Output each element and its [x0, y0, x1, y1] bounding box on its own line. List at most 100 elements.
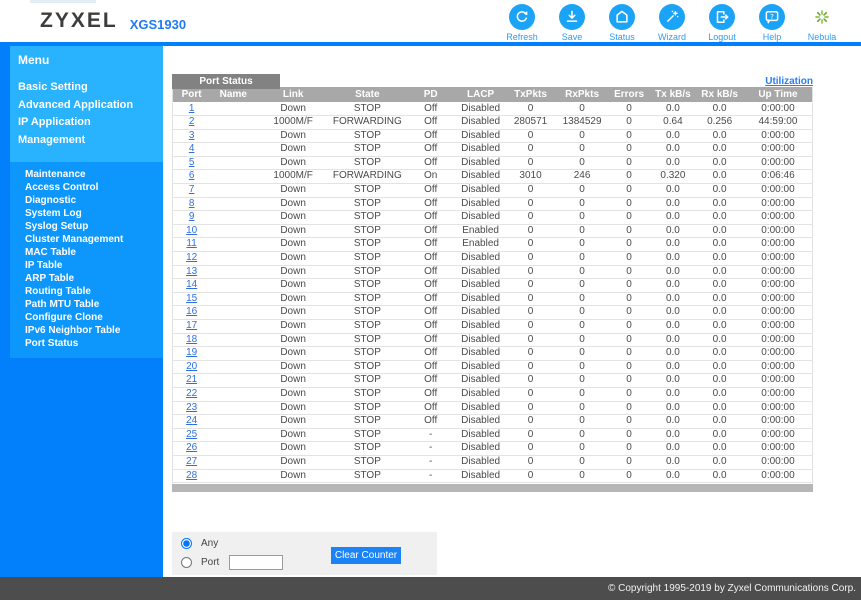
any-radio[interactable] [181, 538, 192, 550]
port-link[interactable]: 14 [186, 279, 197, 290]
save-icon [559, 3, 585, 30]
port-radio[interactable] [181, 557, 192, 569]
sidebar-subitem-mac-table[interactable]: MAC Table [25, 246, 163, 259]
refresh-button[interactable]: Refresh [497, 1, 547, 42]
table-row: 11 Down STOP Off Enabled 0 0 0 0.0 0.0 0:00:00 [172, 237, 813, 253]
sidebar-subitem-port-status[interactable]: Port Status [25, 337, 163, 350]
column-header-txpkts: TxPkts [504, 87, 557, 103]
table-row: 12 Down STOP Off Disabled 0 0 0 0.0 0.0 0:00:00 [172, 251, 813, 266]
port-link[interactable]: 7 [189, 184, 195, 195]
wizard-icon [659, 3, 685, 30]
column-header-lacp: LACP [456, 87, 505, 103]
column-header-port: Port [172, 87, 211, 103]
nebula-icon [809, 4, 835, 30]
sidebar-subitem-system-log[interactable]: System Log [25, 207, 163, 220]
column-header-state: State [329, 87, 405, 103]
table-row: 2 1000M/F FORWARDING Off Disabled 280571 13845… [172, 115, 813, 130]
sidebar-subitem-ip-table[interactable]: IP Table [25, 259, 163, 272]
table-row: 26 Down STOP - Disabled 0 0 0 0.0 0.0 0:00:00 [172, 441, 813, 456]
logout-button[interactable]: Logout [697, 1, 747, 42]
port-link[interactable]: 13 [186, 266, 197, 277]
port-link[interactable]: 5 [189, 157, 195, 168]
table-row: 9 Down STOP Off Disabled 0 0 0 0.0 0.0 0:00:00 [172, 210, 813, 225]
sidebar-subitem-configure-clone[interactable]: Configure Clone [25, 311, 163, 324]
table-row: 14 Down STOP Off Disabled 0 0 0 0.0 0.0 0:00:00 [172, 278, 813, 293]
menu-panel: Menu Basic Setting Advanced Application IP… [10, 46, 163, 162]
port-link[interactable]: 25 [186, 429, 197, 440]
sidebar-subitem-diagnostic[interactable]: Diagnostic [25, 194, 163, 207]
sidebar-subitem-maintenance[interactable]: Maintenance [25, 168, 163, 181]
port-link[interactable]: 28 [186, 470, 197, 481]
port-link[interactable]: 23 [186, 402, 197, 413]
table-row: 16 Down STOP Off Disabled 0 0 0 0.0 0.0 0:00:00 [172, 305, 813, 320]
model-name: XGS1930 [129, 16, 187, 32]
port-link[interactable]: 17 [186, 320, 197, 331]
port-link[interactable]: 26 [186, 442, 197, 453]
help-button[interactable]: ? Help [747, 1, 797, 42]
nebula-button[interactable]: Nebula [797, 1, 847, 42]
footer: © Copyright 1995-2019 by Zyxel Communica… [0, 577, 861, 600]
sidebar-item-advanced-application[interactable]: Advanced Application [18, 97, 163, 115]
port-link[interactable]: 1 [189, 103, 195, 114]
sub-nav: Maintenance Access Control Diagnostic Syste… [10, 162, 163, 358]
port-link[interactable]: 15 [186, 293, 197, 304]
port-link[interactable]: 6 [189, 170, 195, 181]
any-radio-row: Any [181, 538, 225, 550]
column-header-rxpkts: RxPkts [556, 87, 608, 103]
port-link[interactable]: 18 [186, 334, 197, 345]
sidebar-subitem-path-mtu-table[interactable]: Path MTU Table [25, 298, 163, 311]
port-link[interactable]: 4 [189, 143, 195, 154]
port-link[interactable]: 3 [189, 130, 195, 141]
port-link[interactable]: 24 [186, 415, 197, 426]
wizard-button[interactable]: Wizard [647, 1, 697, 42]
clear-counter-button[interactable]: Clear Counter [331, 547, 401, 565]
table-row: 3 Down STOP Off Disabled 0 0 0 0.0 0.0 0:00:00 [172, 129, 813, 144]
port-status-table: Port Name Link State PD LACP TxPkts RxPkts Error… [172, 87, 813, 484]
port-link[interactable]: 20 [186, 361, 197, 372]
port-link[interactable]: 8 [189, 198, 195, 209]
port-radio-label: Port [201, 557, 220, 569]
port-link[interactable]: 22 [186, 388, 197, 399]
port-link[interactable]: 12 [186, 252, 197, 263]
app-window: ZYXEL XGS1930 Refresh Save Status Wizard… [0, 0, 861, 600]
menu-title: Menu [18, 53, 50, 67]
port-link[interactable]: 11 [186, 238, 196, 249]
sidebar-item-ip-application[interactable]: IP Application [18, 114, 163, 132]
port-link[interactable]: 21 [186, 374, 197, 385]
help-icon: ? [759, 3, 785, 30]
status-icon [609, 3, 635, 30]
sidebar-subitem-cluster-management[interactable]: Cluster Management [25, 233, 163, 246]
table-row: 22 Down STOP Off Disabled 0 0 0 0.0 0.0 0:00:00 [172, 387, 813, 402]
column-header-name: Name [210, 87, 257, 103]
port-link[interactable]: 27 [186, 456, 197, 467]
save-button[interactable]: Save [547, 1, 597, 42]
port-link[interactable]: 19 [186, 347, 197, 358]
table-row: 8 Down STOP Off Disabled 0 0 0 0.0 0.0 0:00:00 [172, 197, 813, 212]
sidebar-subitem-syslog-setup[interactable]: Syslog Setup [25, 220, 163, 233]
table-scrollbar[interactable] [172, 484, 813, 493]
refresh-icon [509, 3, 535, 30]
sidebar-item-management[interactable]: Management [18, 132, 163, 150]
port-link[interactable]: 16 [186, 306, 197, 317]
tab-port-status[interactable]: Port Status [172, 74, 280, 89]
status-button[interactable]: Status [597, 1, 647, 42]
table-row: 27 Down STOP - Disabled 0 0 0 0.0 0.0 0:00:00 [172, 455, 813, 470]
port-link[interactable]: 9 [189, 211, 195, 222]
sidebar-subitem-ipv6-neighbor-table[interactable]: IPv6 Neighbor Table [25, 324, 163, 337]
port-link[interactable]: 10 [186, 225, 197, 236]
sidebar-item-basic-setting[interactable]: Basic Setting [18, 79, 163, 97]
table-row: 6 1000M/F FORWARDING On Disabled 3010 246 0 0.32… [172, 169, 813, 185]
table-row: 13 Down STOP Off Disabled 0 0 0 0.0 0.0 0:00:00 [172, 265, 813, 280]
utilization-link[interactable]: Utilization [765, 76, 813, 87]
port-input[interactable] [229, 555, 283, 571]
sidebar-subitem-routing-table[interactable]: Routing Table [25, 285, 163, 298]
port-link[interactable]: 2 [189, 116, 195, 127]
top-strip [30, 0, 96, 3]
sidebar-subitem-access-control[interactable]: Access Control [25, 181, 163, 194]
header-actions: Refresh Save Status Wizard Logout ? Help… [497, 1, 847, 42]
svg-text:?: ? [770, 12, 774, 21]
logout-icon [709, 3, 735, 30]
table-row: 21 Down STOP Off Disabled 0 0 0 0.0 0.0 0:00:00 [172, 373, 813, 388]
sidebar-subitem-arp-table[interactable]: ARP Table [25, 272, 163, 285]
table-row: 23 Down STOP Off Disabled 0 0 0 0.0 0.0 0:00:00 [172, 401, 813, 416]
